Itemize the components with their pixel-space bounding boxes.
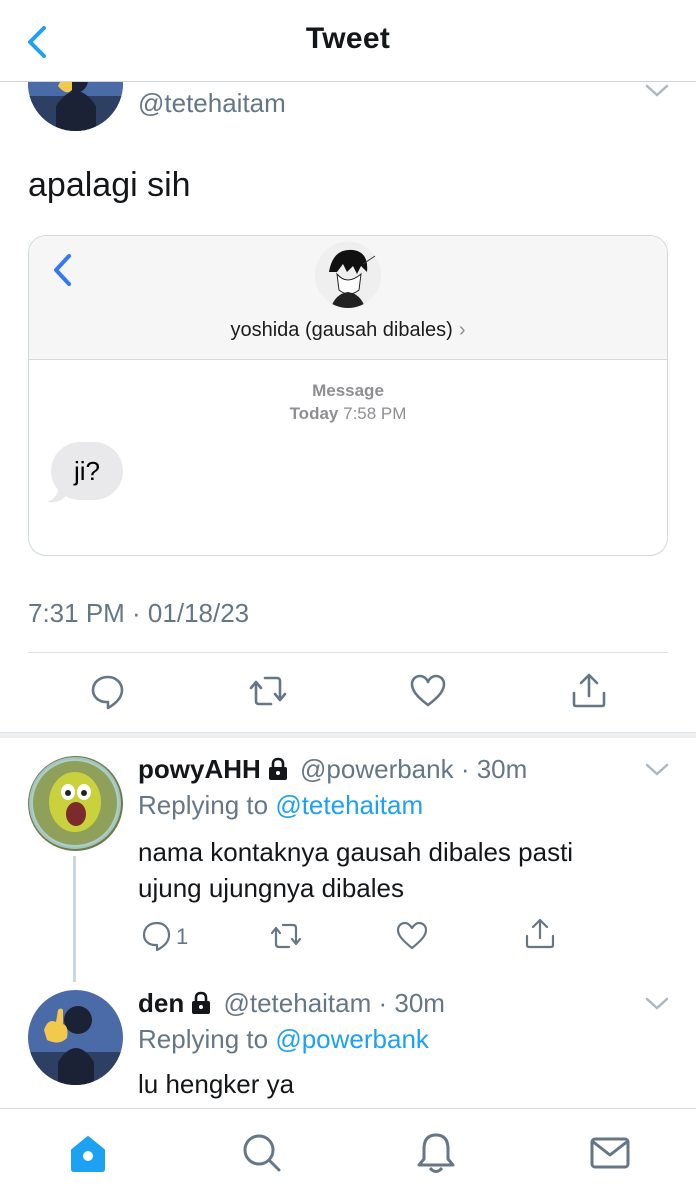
- message-text: ji?: [73, 456, 100, 486]
- reply-text: nama kontaknya gausah dibales pasti ujun…: [138, 837, 574, 903]
- search-icon[interactable]: [240, 1131, 284, 1175]
- share-icon[interactable]: [569, 671, 609, 711]
- home-icon[interactable]: [66, 1131, 110, 1175]
- messages-icon[interactable]: [588, 1131, 632, 1175]
- contact-name: yoshida (gausah dibales) ›: [230, 319, 466, 341]
- message-label: Message: [312, 381, 384, 400]
- replying-to-link[interactable]: @tetehaitam: [275, 790, 423, 820]
- reply-count: 1: [176, 924, 189, 949]
- reply-text: lu hengker ya: [138, 1069, 295, 1099]
- page-title: Tweet: [305, 22, 391, 55]
- notifications-icon[interactable]: [414, 1131, 458, 1175]
- like-icon[interactable]: [408, 671, 448, 711]
- reply-time: 30m: [476, 754, 528, 784]
- contact-avatar: [315, 242, 381, 308]
- chevron-left-icon: [54, 254, 71, 286]
- reply-author-name[interactable]: den: [138, 988, 184, 1018]
- author-handle[interactable]: @tetehaitam: [138, 88, 286, 119]
- reply-icon[interactable]: [88, 671, 128, 711]
- tweet-media-image[interactable]: yoshida (gausah dibales) › Message Today …: [28, 235, 668, 556]
- tweet-timestamp: 7:31 PM · 01/18/23: [28, 598, 250, 628]
- retweet-icon[interactable]: [248, 671, 288, 711]
- chevron-down-icon[interactable]: [644, 997, 670, 1011]
- reply-header: powyAHH @powerbank · 30m: [138, 754, 528, 784]
- reply-icon[interactable]: [140, 919, 174, 953]
- lock-icon: [268, 757, 287, 780]
- replying-to: Replying to @tetehaitam: [138, 790, 424, 820]
- bubble-tail: [47, 484, 67, 503]
- chevron-down-icon[interactable]: [644, 84, 670, 98]
- imessage-header: yoshida (gausah dibales) ›: [29, 236, 667, 360]
- divider: [28, 652, 668, 653]
- bottom-tab-bar: [0, 1108, 696, 1200]
- replying-to: Replying to @powerbank: [138, 1024, 429, 1054]
- share-icon[interactable]: [523, 917, 557, 951]
- message-timestamp: Today 7:58 PM: [289, 404, 407, 423]
- retweet-icon[interactable]: [269, 919, 303, 953]
- reply-avatar[interactable]: [28, 756, 123, 851]
- reply-time: 30m: [394, 988, 445, 1018]
- section-divider: [0, 732, 696, 738]
- tweet-text: apalagi sih: [28, 166, 191, 204]
- chevron-down-icon[interactable]: [644, 763, 670, 777]
- like-icon[interactable]: [395, 919, 429, 953]
- top-nav-bar: Tweet: [0, 0, 696, 82]
- reply-author-name[interactable]: powyAHH: [138, 754, 261, 784]
- replying-to-link[interactable]: @powerbank: [275, 1024, 429, 1054]
- thread-line: [73, 856, 76, 982]
- reply-avatar[interactable]: [28, 990, 123, 1085]
- reply-author-handle[interactable]: @tetehaitam: [223, 988, 371, 1018]
- lock-icon: [192, 991, 211, 1014]
- reply-author-handle[interactable]: @powerbank: [300, 754, 454, 784]
- reply-header: den @tetehaitam · 30m: [138, 988, 445, 1018]
